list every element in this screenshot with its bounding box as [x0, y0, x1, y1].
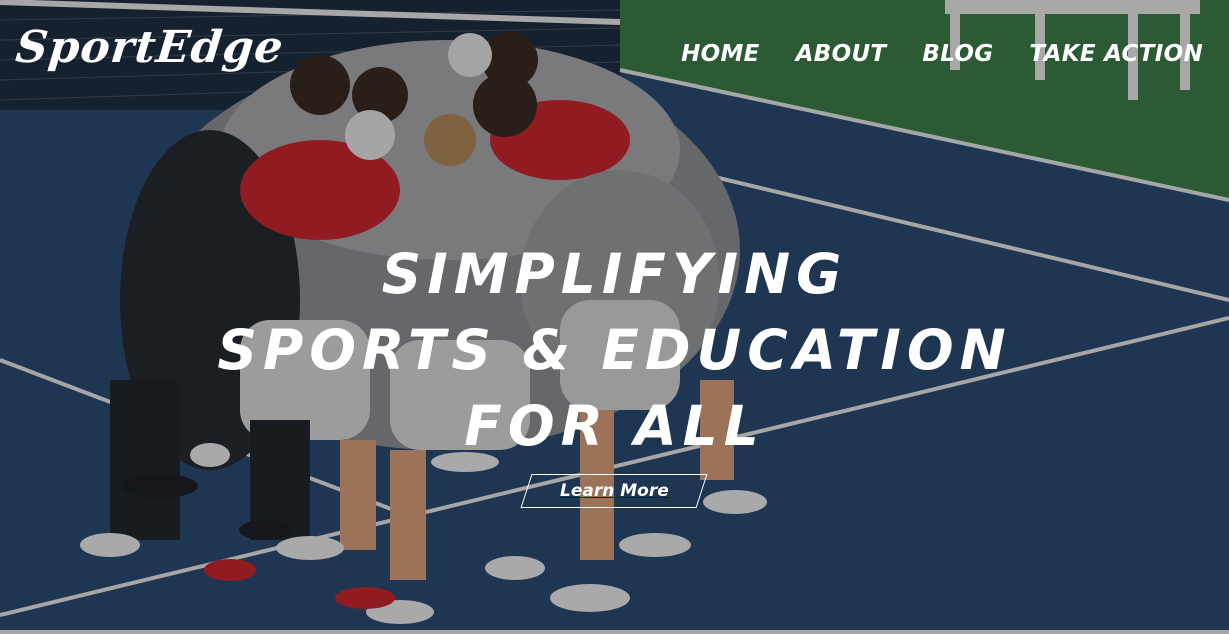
nav-take-action[interactable]: TAKE ACTION: [1029, 40, 1203, 68]
learn-more-button[interactable]: Learn More: [520, 474, 708, 508]
main-nav: HOME ABOUT BLOG TAKE ACTION: [681, 40, 1203, 68]
nav-blog[interactable]: BLOG: [922, 40, 993, 68]
nav-about[interactable]: ABOUT: [796, 40, 887, 68]
headline-line-1: SIMPLIFYING: [381, 242, 848, 306]
hero-headline: SIMPLIFYING SPORTS & EDUCATION FOR ALL: [0, 236, 1229, 464]
headline-line-2: SPORTS & EDUCATION: [217, 318, 1012, 382]
brand-logo[interactable]: SportEdge: [13, 22, 286, 73]
nav-home[interactable]: HOME: [681, 40, 760, 68]
learn-more-label: Learn More: [559, 481, 669, 501]
headline-line-3: FOR ALL: [464, 394, 765, 458]
